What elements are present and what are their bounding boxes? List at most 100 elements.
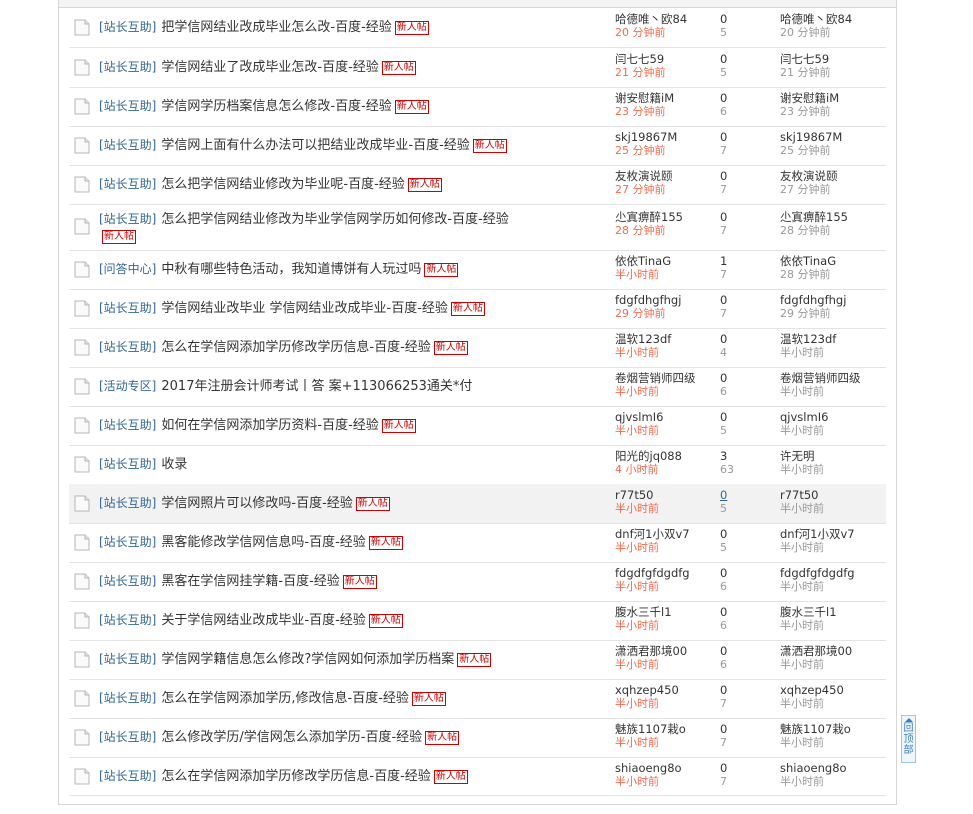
thread-category-link[interactable]: [站长互助]: [99, 730, 156, 744]
thread-row[interactable]: [站长互助] 学信网学籍信息怎么修改?学信网如何添加学历档案 新人帖 潇洒君那境00 半…: [69, 640, 886, 680]
author-link[interactable]: 闫七七59: [615, 53, 666, 66]
thread-row[interactable]: [站长互助] 怎么修改学历/学信网怎么添加学历-百度-经验 新人帖 魅族1107栽o 半…: [69, 718, 886, 758]
author-link[interactable]: 友枚演说颐: [615, 170, 673, 183]
thread-title-link[interactable]: 怎么在学信网添加学历修改学历信息-百度-经验: [161, 769, 430, 784]
last-poster-link[interactable]: xqhzep450: [780, 684, 844, 697]
thread-row[interactable]: [站长互助] 学信网学历档案信息怎么修改-百度-经验 新人帖 谢安慰籍iM 23 分钟前…: [69, 87, 886, 127]
thread-row[interactable]: [站长互助] 收录 阳光的jq088 4 小时前 3 63 许无明 半小时前: [69, 445, 886, 485]
author-link[interactable]: shiaoeng8o: [615, 762, 682, 775]
author-link[interactable]: r77t50: [615, 489, 659, 502]
author-link[interactable]: 腹水三千l1: [615, 606, 672, 619]
thread-category-link[interactable]: [站长互助]: [99, 769, 156, 783]
author-link[interactable]: fdgdfgfdgdfg: [615, 567, 690, 580]
author-link[interactable]: skj19867M: [615, 131, 677, 144]
thread-title-link[interactable]: 黑客能修改学信网信息吗-百度-经验: [161, 535, 365, 550]
thread-category-link[interactable]: [站长互助]: [99, 301, 156, 315]
thread-category-link[interactable]: [站长互助]: [99, 340, 156, 354]
thread-row[interactable]: [站长互助] 怎么在学信网添加学历修改学历信息-百度-经验 新人帖 shiaoeng8…: [69, 757, 886, 796]
thread-category-link[interactable]: [活动专区]: [99, 379, 156, 393]
thread-category-link[interactable]: [站长互助]: [99, 212, 156, 226]
thread-row[interactable]: [站长互助] 怎么把学信网结业修改为毕业学信网学历如何修改-百度-经验新人帖 尐寘痹…: [69, 204, 886, 251]
thread-title-link[interactable]: 学信网照片可以修改吗-百度-经验: [161, 496, 352, 511]
author-link[interactable]: 阳光的jq088: [615, 450, 682, 463]
thread-category-link[interactable]: [问答中心]: [99, 262, 156, 276]
author-link[interactable]: 潇洒君那境00: [615, 645, 687, 658]
last-poster-link[interactable]: r77t50: [780, 489, 824, 502]
thread-title-link[interactable]: 怎么把学信网结业修改为毕业学信网学历如何修改-百度-经验: [161, 212, 508, 227]
thread-row[interactable]: [站长互助] 怎么在学信网添加学历,修改信息-百度-经验 新人帖 xqhzep450 半…: [69, 679, 886, 719]
last-poster-link[interactable]: 潇洒君那境00: [780, 645, 852, 658]
last-poster-link[interactable]: fdgdfgfdgdfg: [780, 567, 855, 580]
author-link[interactable]: xqhzep450: [615, 684, 679, 697]
last-poster-link[interactable]: shiaoeng8o: [780, 762, 847, 775]
reply-count[interactable]: 0: [720, 489, 727, 502]
thread-category-link[interactable]: [站长互助]: [99, 99, 156, 113]
last-poster-link[interactable]: fdgfdhgfhgj: [780, 294, 846, 307]
author-link[interactable]: dnf河1小双v7: [615, 528, 690, 541]
thread-row[interactable]: [站长互助] 怎么在学信网添加学历修改学历信息-百度-经验 新人帖 温软123df 半小…: [69, 328, 886, 368]
thread-row[interactable]: [问答中心] 中秋有哪些特色活动，我知道博饼有人玩过吗 新人帖 依依TinaG 半小时前…: [69, 250, 886, 290]
thread-title-link[interactable]: 学信网学籍信息怎么修改?学信网如何添加学历档案: [161, 652, 454, 667]
thread-category-link[interactable]: [站长互助]: [99, 535, 156, 549]
thread-title-link[interactable]: 收录: [161, 457, 187, 472]
author-link[interactable]: 魅族1107栽o: [615, 723, 686, 736]
author-link[interactable]: 哈德唯丶欧84: [615, 13, 687, 26]
thread-category-link[interactable]: [站长互助]: [99, 613, 156, 627]
author-link[interactable]: 依依TinaG: [615, 255, 671, 268]
thread-category-link[interactable]: [站长互助]: [99, 457, 156, 471]
thread-category-link[interactable]: [站长互助]: [99, 574, 156, 588]
back-to-top-button[interactable]: 回顶部: [901, 715, 916, 763]
thread-row[interactable]: [站长互助] 怎么把学信网结业修改为毕业呢-百度-经验 新人帖 友枚演说颐 27 分钟前…: [69, 165, 886, 205]
author-link[interactable]: 卷烟营销师四级: [615, 372, 696, 385]
thread-title-link[interactable]: 学信网结业了改成毕业怎改-百度-经验: [161, 60, 378, 75]
last-poster-link[interactable]: 许无明: [780, 450, 824, 463]
thread-title-link[interactable]: 2017年注册会计师考试丨答 案+113066253通关*付: [161, 379, 472, 394]
thread-row[interactable]: [站长互助] 关于学信网结业改成毕业-百度-经验 新人帖 腹水三千l1 半小时前 0 6 腹水…: [69, 601, 886, 641]
last-poster-link[interactable]: 腹水三千l1: [780, 606, 837, 619]
thread-title-link[interactable]: 把学信网结业改成毕业怎么改-百度-经验: [161, 20, 391, 35]
thread-row[interactable]: [站长互助] 学信网结业了改成毕业怎改-百度-经验 新人帖 闫七七59 21 分钟前 0 5…: [69, 48, 886, 88]
thread-title-link[interactable]: 黑客在学信网挂学籍-百度-经验: [161, 574, 339, 589]
thread-row[interactable]: [站长互助] 黑客在学信网挂学籍-百度-经验 新人帖 fdgdfgfdgdfg 半小时前…: [69, 562, 886, 602]
thread-category-link[interactable]: [站长互助]: [99, 418, 156, 432]
thread-title-link[interactable]: 怎么在学信网添加学历修改学历信息-百度-经验: [161, 340, 430, 355]
thread-category-link[interactable]: [站长互助]: [99, 652, 156, 666]
last-poster-link[interactable]: 依依TinaG: [780, 255, 836, 268]
thread-row[interactable]: [站长互助] 学信网照片可以修改吗-百度-经验 新人帖 r77t50 半小时前 0 5 r77…: [69, 484, 886, 524]
thread-category-link[interactable]: [站长互助]: [99, 496, 156, 510]
author-link[interactable]: 温软123df: [615, 333, 671, 346]
last-poster-link[interactable]: 温软123df: [780, 333, 836, 346]
last-poster-link[interactable]: 闫七七59: [780, 53, 831, 66]
thread-row[interactable]: [站长互助] 把学信网结业改成毕业怎么改-百度-经验 新人帖 哈德唯丶欧84 20 分钟…: [69, 8, 886, 48]
thread-title-link[interactable]: 怎么在学信网添加学历,修改信息-百度-经验: [161, 691, 409, 706]
last-poster-link[interactable]: dnf河1小双v7: [780, 528, 855, 541]
thread-category-link[interactable]: [站长互助]: [99, 20, 156, 34]
thread-category-link[interactable]: [站长互助]: [99, 60, 156, 74]
author-link[interactable]: qjvslmI6: [615, 411, 663, 424]
author-link[interactable]: 尐寘痹醉155: [615, 211, 683, 224]
author-link[interactable]: 谢安慰籍iM: [615, 92, 674, 105]
thread-category-link[interactable]: [站长互助]: [99, 138, 156, 152]
last-poster-link[interactable]: 哈德唯丶欧84: [780, 13, 852, 26]
thread-row[interactable]: [站长互助] 学信网结业改毕业 学信网结业改成毕业-百度-经验 新人帖 fdgfdhg…: [69, 289, 886, 329]
last-poster-link[interactable]: qjvslmI6: [780, 411, 828, 424]
thread-row[interactable]: [站长互助] 黑客能修改学信网信息吗-百度-经验 新人帖 dnf河1小双v7 半小时前 0…: [69, 523, 886, 563]
last-poster-link[interactable]: 魅族1107栽o: [780, 723, 851, 736]
thread-row[interactable]: [站长互助] 如何在学信网添加学历资料-百度-经验 新人帖 qjvslmI6 半小时前 0…: [69, 406, 886, 446]
thread-title-link[interactable]: 如何在学信网添加学历资料-百度-经验: [161, 418, 378, 433]
last-poster-link[interactable]: skj19867M: [780, 131, 842, 144]
thread-category-link[interactable]: [站长互助]: [99, 177, 156, 191]
last-poster-link[interactable]: 尐寘痹醉155: [780, 211, 848, 224]
thread-row[interactable]: [活动专区] 2017年注册会计师考试丨答 案+113066253通关*付 卷烟营销…: [69, 367, 886, 407]
last-poster-link[interactable]: 友枚演说颐: [780, 170, 838, 183]
thread-title-link[interactable]: 怎么把学信网结业修改为毕业呢-百度-经验: [161, 177, 404, 192]
thread-title-link[interactable]: 学信网学历档案信息怎么修改-百度-经验: [161, 99, 391, 114]
thread-title-link[interactable]: 怎么修改学历/学信网怎么添加学历-百度-经验: [161, 730, 422, 745]
thread-title-link[interactable]: 学信网结业改毕业 学信网结业改成毕业-百度-经验: [161, 301, 448, 316]
thread-title-link[interactable]: 中秋有哪些特色活动，我知道博饼有人玩过吗: [161, 262, 421, 277]
thread-title-link[interactable]: 关于学信网结业改成毕业-百度-经验: [161, 613, 365, 628]
last-poster-link[interactable]: 谢安慰籍iM: [780, 92, 839, 105]
thread-row[interactable]: [站长互助] 学信网上面有什么办法可以把结业改成毕业-百度-经验 新人帖 skj198…: [69, 126, 886, 166]
thread-title-link[interactable]: 学信网上面有什么办法可以把结业改成毕业-百度-经验: [161, 138, 469, 153]
author-link[interactable]: fdgfdhgfhgj: [615, 294, 681, 307]
